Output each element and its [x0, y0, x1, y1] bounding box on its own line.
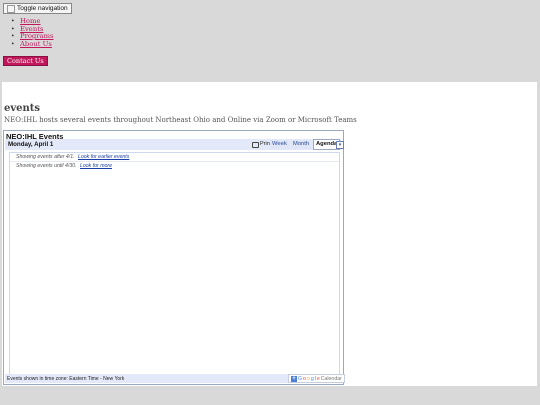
toggle-navigation-button[interactable]: Toggle navigation: [3, 3, 72, 14]
calendar-date: Monday, April 1: [8, 141, 54, 148]
contact-us-button[interactable]: Contact Us: [3, 56, 48, 66]
google-calendar-button[interactable]: + Google Calendar: [288, 374, 345, 383]
dropdown-arrow-icon[interactable]: ▾: [336, 141, 344, 149]
more-events-link[interactable]: Look for more: [80, 163, 112, 169]
row-divider: [10, 161, 339, 162]
print-button[interactable]: Print: [252, 140, 271, 149]
tab-week[interactable]: Week: [270, 140, 289, 149]
agenda-row-text: Showing events until 4/30.: [16, 163, 77, 169]
google-logo-letter: o: [303, 375, 306, 382]
page-title: events: [4, 103, 41, 114]
nav-item-about: About Us: [11, 40, 54, 49]
calendar-word: Calendar: [320, 375, 342, 382]
broken-image-icon: [7, 4, 15, 13]
agenda-row: Showing events after 4/1. Look for earli…: [16, 154, 129, 160]
embedded-calendar: NEO:IHL Events Monday, April 1 Print Wee…: [3, 130, 345, 385]
page-intro: NEO:IHL hosts several events throughout …: [4, 116, 357, 124]
site-header: Toggle navigation Home Events Programs A…: [0, 0, 540, 82]
main-nav: Home Events Programs About Us: [11, 17, 54, 49]
nav-link-about[interactable]: About Us: [20, 40, 52, 48]
tab-month[interactable]: Month: [291, 140, 312, 149]
google-logo-letter: G: [298, 375, 303, 382]
agenda-list: Showing events after 4/1. Look for earli…: [9, 152, 340, 376]
agenda-row-text: Showing events after 4/1.: [16, 154, 75, 160]
toggle-navigation-label: Toggle navigation: [17, 5, 68, 12]
google-logo-letter: g: [310, 375, 314, 382]
agenda-row: Showing events until 4/30. Look for more: [16, 163, 112, 169]
google-logo-letter: e: [316, 375, 320, 382]
google-logo-letter: o: [306, 375, 310, 382]
printer-icon: [252, 141, 259, 148]
earlier-events-link[interactable]: Look for earlier events: [78, 154, 129, 160]
timezone-note: Events shown in time zone: Eastern Time …: [7, 376, 125, 382]
main-content: events NEO:IHL hosts several events thro…: [2, 82, 537, 386]
calendar-toolbar: Monday, April 1 Print Week Month Agenda …: [5, 139, 344, 150]
google-logo-letter: l: [314, 375, 316, 382]
calendar-footer: Events shown in time zone: Eastern Time …: [5, 374, 345, 383]
plus-icon: +: [291, 375, 297, 382]
